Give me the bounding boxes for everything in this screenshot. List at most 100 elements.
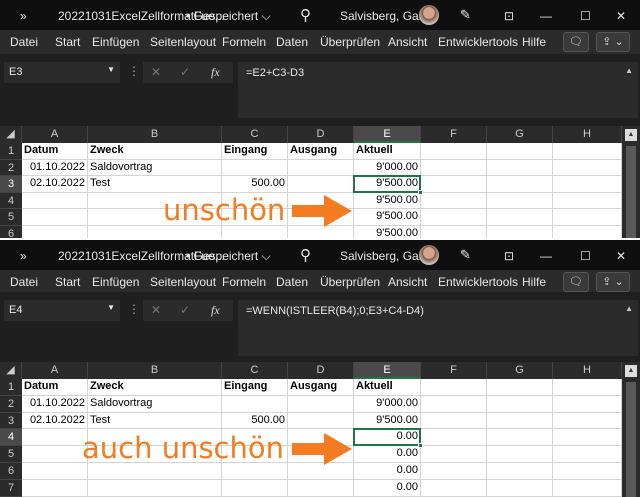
name-box[interactable]: E3 ▼ — [4, 62, 120, 83]
cell-e6[interactable]: 0.00 — [354, 463, 421, 480]
tab-start[interactable]: Start — [55, 35, 80, 49]
tab-ansicht[interactable]: Ansicht — [388, 35, 427, 49]
enter-icon[interactable]: ✓ — [180, 65, 190, 79]
cell-e7[interactable]: 0.00 — [354, 479, 421, 497]
row-header-2[interactable]: 2 — [0, 159, 22, 177]
column-header-a[interactable]: A — [22, 126, 88, 143]
share-button[interactable]: ⇪ ⌄ — [596, 32, 630, 52]
cell-a1[interactable]: Datum — [22, 143, 88, 160]
row-header-6[interactable]: 6 — [0, 463, 22, 480]
tab-einfügen[interactable]: Einfügen — [92, 35, 139, 49]
cell-h6[interactable] — [553, 226, 622, 238]
cell-g1[interactable] — [487, 379, 553, 396]
tab-überprüfen[interactable]: Überprüfen — [320, 275, 380, 289]
cell-a3[interactable]: 02.10.2022 — [22, 176, 88, 193]
cell-g3[interactable] — [487, 412, 553, 430]
scroll-up-arrow[interactable]: ▲ — [625, 365, 637, 377]
fill-handle[interactable] — [418, 443, 423, 449]
cell-d2[interactable] — [288, 159, 354, 177]
cell-f4[interactable] — [421, 192, 487, 210]
cell-f5[interactable] — [421, 446, 487, 463]
row-header-3[interactable]: 3 — [0, 176, 22, 193]
avatar[interactable] — [419, 5, 439, 25]
cell-a7[interactable] — [22, 479, 88, 497]
cell-g2[interactable] — [487, 159, 553, 177]
tab-hilfe[interactable]: Hilfe — [522, 275, 546, 289]
quick-access-overflow[interactable]: » — [20, 9, 27, 23]
close-button[interactable]: ✕ — [616, 9, 626, 23]
cell-e5[interactable]: 0.00 — [354, 446, 421, 463]
chevron-down-icon[interactable]: ▼ — [107, 303, 115, 312]
row-header-2[interactable]: 2 — [0, 395, 22, 413]
comments-button[interactable]: 🗨 — [563, 272, 589, 292]
insert-function-icon[interactable]: fx — [211, 65, 220, 80]
tab-ansicht[interactable]: Ansicht — [388, 275, 427, 289]
minimize-button[interactable]: — — [540, 249, 552, 263]
pen-icon[interactable]: ✎ — [460, 247, 471, 263]
row-header-4[interactable]: 4 — [0, 192, 22, 210]
cell-f3[interactable] — [421, 176, 487, 193]
cell-h1[interactable] — [553, 379, 622, 396]
tab-hilfe[interactable]: Hilfe — [522, 35, 546, 49]
tab-datei[interactable]: Datei — [10, 35, 38, 49]
cell-e1[interactable]: Aktuell — [354, 143, 421, 160]
cell-d2[interactable] — [288, 395, 354, 413]
column-header-a[interactable]: A — [22, 362, 88, 379]
cell-h2[interactable] — [553, 159, 622, 177]
cell-g7[interactable] — [487, 479, 553, 497]
user-name[interactable]: Salvisberg, Gaby — [340, 249, 431, 263]
cell-e2[interactable]: 9'000.00 — [354, 395, 421, 413]
column-header-d[interactable]: D — [288, 362, 354, 379]
column-header-d[interactable]: D — [288, 126, 354, 143]
cell-f1[interactable] — [421, 143, 487, 160]
row-header-6[interactable]: 6 — [0, 226, 22, 238]
cell-h3[interactable] — [553, 176, 622, 193]
cell-h5[interactable] — [553, 209, 622, 226]
row-header-5[interactable]: 5 — [0, 446, 22, 463]
cell-f7[interactable] — [421, 479, 487, 497]
cell-f5[interactable] — [421, 209, 487, 226]
cell-a6[interactable] — [22, 226, 88, 238]
cell-b3[interactable]: Test — [88, 176, 222, 193]
column-header-h[interactable]: H — [553, 362, 622, 379]
row-header-4[interactable]: 4 — [0, 429, 22, 447]
tab-überprüfen[interactable]: Überprüfen — [320, 35, 380, 49]
cell-c3[interactable]: 500.00 — [222, 412, 288, 430]
enter-icon[interactable]: ✓ — [180, 303, 190, 317]
cell-b6[interactable] — [88, 226, 222, 238]
cell-h7[interactable] — [553, 479, 622, 497]
cell-f2[interactable] — [421, 395, 487, 413]
cell-c7[interactable] — [222, 479, 288, 497]
cell-a2[interactable]: 01.10.2022 — [22, 395, 88, 413]
cell-d6[interactable] — [288, 463, 354, 480]
cell-g4[interactable] — [487, 429, 553, 447]
cell-d7[interactable] — [288, 479, 354, 497]
cell-f2[interactable] — [421, 159, 487, 177]
cell-g1[interactable] — [487, 143, 553, 160]
column-header-c[interactable]: C — [222, 362, 288, 379]
more-options-icon[interactable]: ⋮ — [128, 302, 140, 316]
cell-g6[interactable] — [487, 226, 553, 238]
save-status[interactable]: • Gespeichert ⌵ — [186, 9, 271, 24]
formula-input[interactable]: =WENN(ISTLEER(B4);0;E3+C4-D4) ▲ — [238, 300, 638, 356]
search-icon[interactable]: ⚲ — [300, 246, 311, 264]
cell-g5[interactable] — [487, 446, 553, 463]
cell-h5[interactable] — [553, 446, 622, 463]
row-header-3[interactable]: 3 — [0, 412, 22, 430]
cell-g2[interactable] — [487, 395, 553, 413]
cell-b1[interactable]: Zweck — [88, 143, 222, 160]
cell-f6[interactable] — [421, 463, 487, 480]
cell-d1[interactable]: Ausgang — [288, 379, 354, 396]
cell-a2[interactable]: 01.10.2022 — [22, 159, 88, 177]
cancel-icon[interactable]: ✕ — [151, 65, 161, 79]
cell-c6[interactable] — [222, 226, 288, 238]
column-header-h[interactable]: H — [553, 126, 622, 143]
cell-d3[interactable] — [288, 412, 354, 430]
cell-e2[interactable]: 9'000.00 — [354, 159, 421, 177]
cell-b2[interactable]: Saldovortrag — [88, 395, 222, 413]
cell-b2[interactable]: Saldovortrag — [88, 159, 222, 177]
cell-b7[interactable] — [88, 479, 222, 497]
tab-seitenlayout[interactable]: Seitenlayout — [150, 275, 216, 289]
tab-entwicklertools[interactable]: Entwicklertools — [438, 275, 518, 289]
cell-d1[interactable]: Ausgang — [288, 143, 354, 160]
